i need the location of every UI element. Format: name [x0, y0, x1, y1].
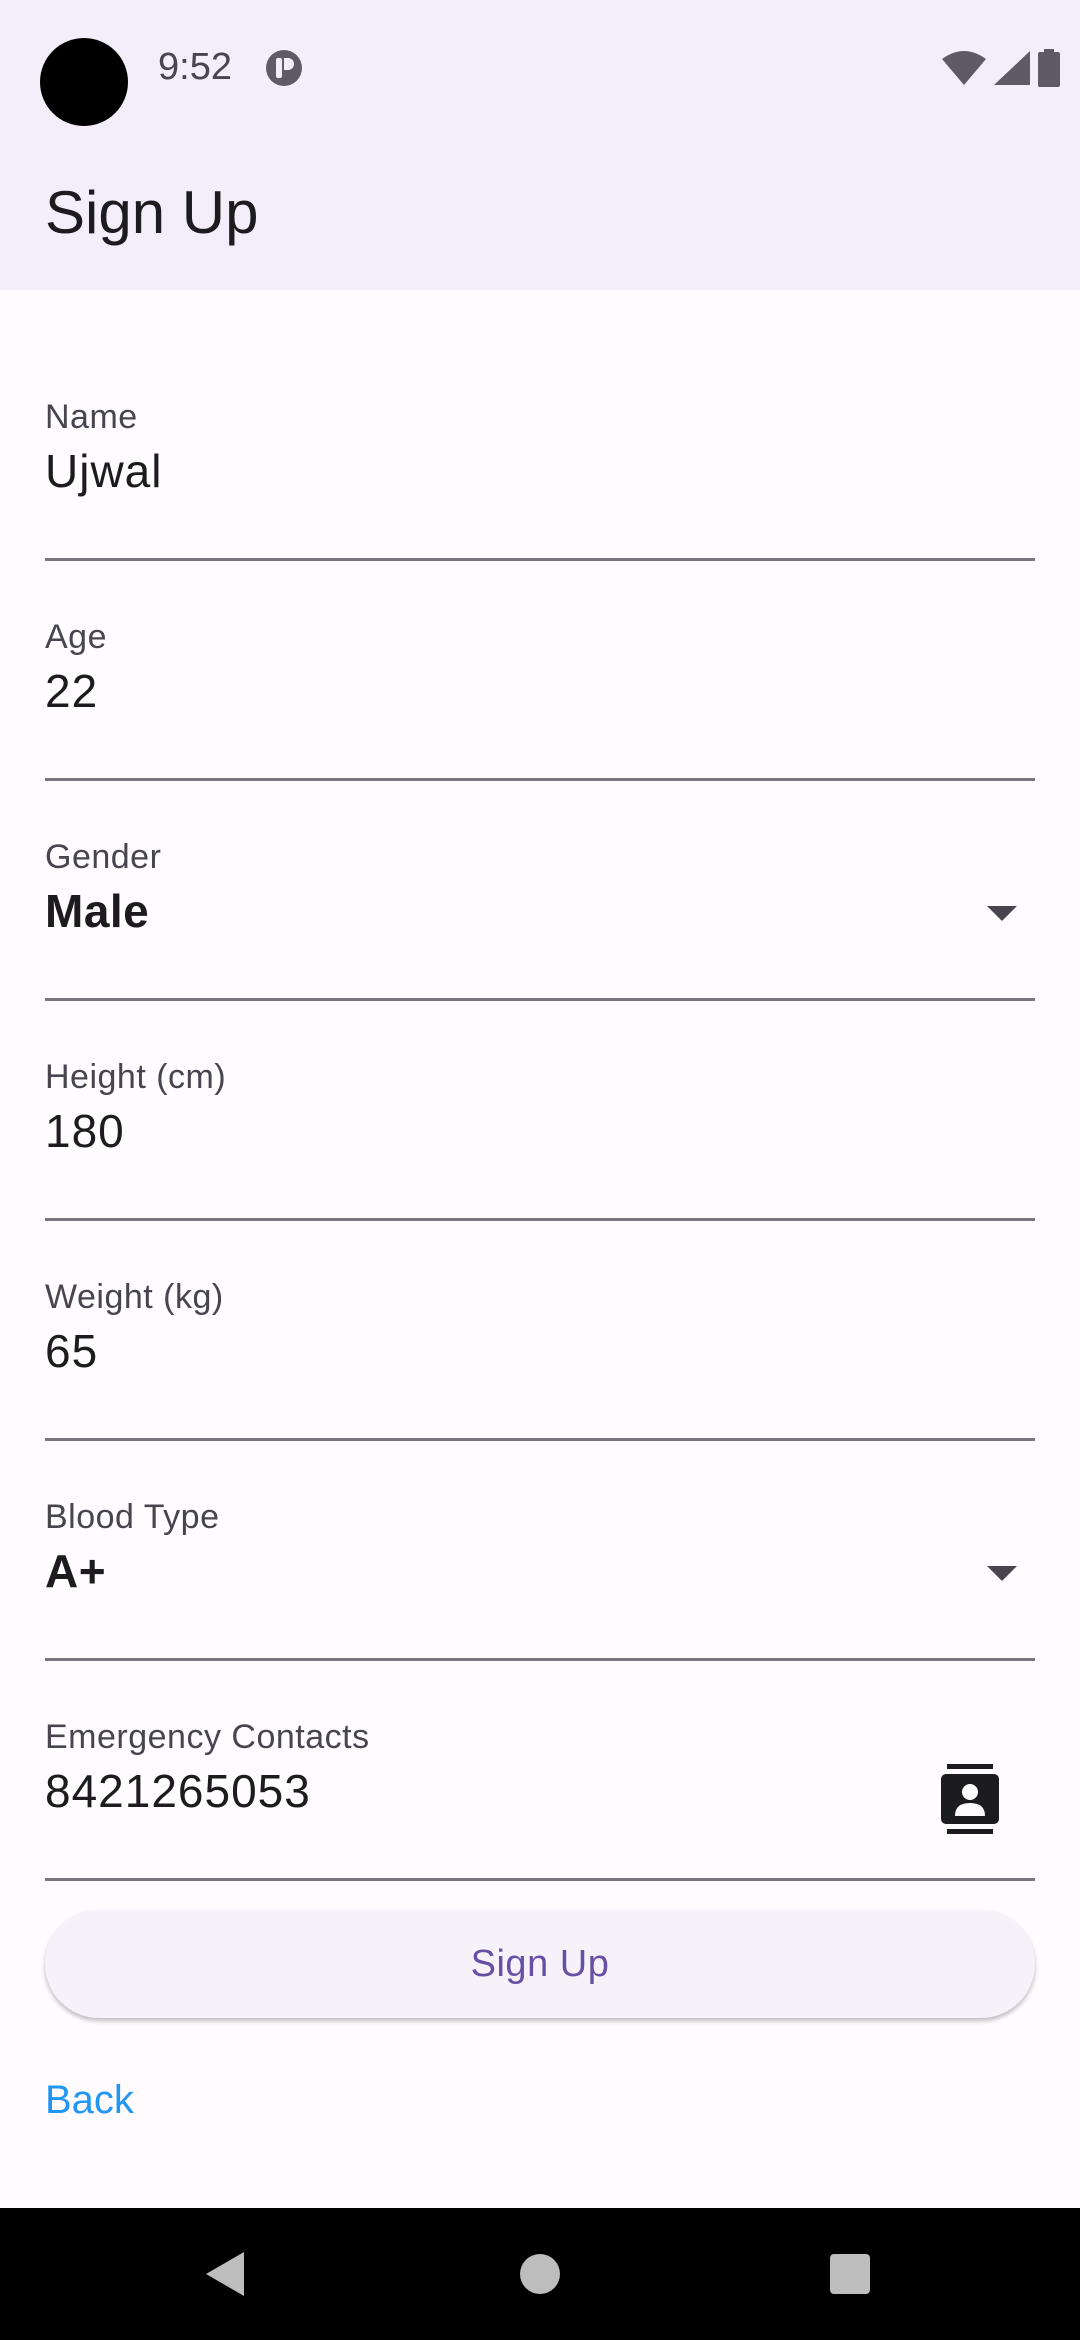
camera-cutout [40, 38, 128, 126]
back-link[interactable]: Back [45, 2078, 134, 2123]
recents-icon[interactable] [830, 2254, 870, 2294]
system-icons [942, 48, 1060, 88]
battery-icon [1038, 49, 1060, 87]
emergency-contacts-field[interactable]: Emergency Contacts 8421265053 [45, 1718, 1035, 1881]
age-label: Age [45, 618, 107, 656]
dropdown-arrow-icon[interactable] [987, 906, 1017, 921]
height-value[interactable]: 180 [45, 1104, 125, 1158]
navigation-bar [0, 2208, 1080, 2340]
back-icon[interactable] [200, 2248, 252, 2300]
dropdown-arrow-icon[interactable] [987, 1566, 1017, 1581]
home-icon[interactable] [520, 2254, 560, 2294]
emergency-contacts-value[interactable]: 8421265053 [45, 1764, 311, 1818]
gender-label: Gender [45, 838, 162, 876]
height-label: Height (cm) [45, 1058, 227, 1096]
height-field[interactable]: Height (cm) 180 [45, 1058, 1035, 1221]
blood-type-value[interactable]: A+ [45, 1544, 106, 1598]
wifi-icon [942, 51, 986, 85]
weight-value[interactable]: 65 [45, 1324, 98, 1378]
status-time: 9:52 [158, 46, 232, 88]
name-field[interactable]: Name Ujwal [45, 398, 1035, 561]
sign-up-button[interactable]: Sign Up [45, 1910, 1035, 2018]
app-bar: Sign Up [0, 140, 1080, 290]
status-bar: 9:52 [0, 0, 1080, 140]
blood-type-label: Blood Type [45, 1498, 220, 1536]
name-label: Name [45, 398, 138, 436]
gender-dropdown[interactable]: Gender Male [45, 838, 1035, 1001]
blood-type-dropdown[interactable]: Blood Type A+ [45, 1498, 1035, 1661]
weight-label: Weight (kg) [45, 1278, 224, 1316]
notification-icon [266, 50, 302, 86]
age-field[interactable]: Age 22 [45, 618, 1035, 781]
signal-icon [994, 51, 1030, 85]
name-value[interactable]: Ujwal [45, 444, 162, 498]
weight-field[interactable]: Weight (kg) 65 [45, 1278, 1035, 1441]
age-value[interactable]: 22 [45, 664, 98, 718]
contacts-icon[interactable] [941, 1764, 999, 1834]
page-title: Sign Up [45, 179, 259, 246]
emergency-contacts-label: Emergency Contacts [45, 1718, 370, 1756]
gender-value[interactable]: Male [45, 884, 149, 938]
